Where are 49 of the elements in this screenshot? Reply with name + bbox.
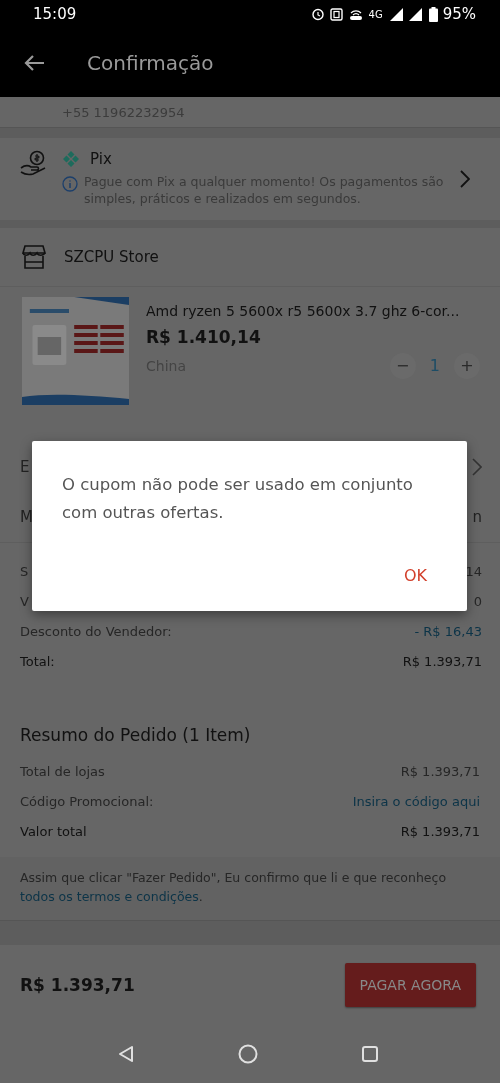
product-price: R$ 1.410,14 xyxy=(146,326,262,347)
clock-time: 15:09 xyxy=(33,5,77,23)
screen-title: Confirmação xyxy=(87,50,214,75)
line-value: 14 xyxy=(465,564,482,580)
alarm-icon xyxy=(310,7,325,21)
payment-method: Pix xyxy=(90,150,112,168)
terms-notice: Assim que clicar "Fazer Pedido", Eu confirmo que li e que reconheço todos os termos e condições. xyxy=(0,856,500,922)
battery-icon xyxy=(428,6,438,22)
line-value: 0 xyxy=(473,594,482,610)
terms-link[interactable]: todos os termos e condições xyxy=(20,888,199,904)
line-label: Total: xyxy=(20,654,55,670)
quantity-value: 1 xyxy=(429,356,440,376)
back-arrow-icon[interactable] xyxy=(23,53,45,72)
product-title[interactable]: Amd ryzen 5 5600x r5 5600x 3.7 ghz 6-cor... xyxy=(146,302,480,319)
promo-code-link[interactable]: Insira o código aqui xyxy=(352,794,480,810)
option-label: E xyxy=(20,457,30,476)
line-label: Desconto do Vendedor: xyxy=(20,624,172,640)
increase-button[interactable]: + xyxy=(454,352,480,379)
summary-title: Resumo do Pedido (1 Item) xyxy=(20,724,252,745)
line-value: R$ 1.393,71 xyxy=(402,654,482,670)
dialog-message: O cupom não pode ser usado em conjunto com outras ofertas. xyxy=(62,474,414,525)
network-type: 4G xyxy=(368,8,383,20)
store-name: SZCPU Store xyxy=(64,247,159,266)
volte-icon xyxy=(347,7,364,21)
decrease-button[interactable]: − xyxy=(389,352,416,379)
line-value: R$ 1.393,71 xyxy=(400,764,480,780)
back-icon[interactable] xyxy=(116,1045,135,1063)
pix-logo-icon xyxy=(62,150,80,168)
line-label: Valor total xyxy=(20,824,87,840)
storefront-icon xyxy=(22,243,46,270)
chevron-right-icon xyxy=(472,457,482,476)
nfc-icon xyxy=(329,7,343,21)
order-total: R$ 1.393,71 xyxy=(20,975,135,995)
info-icon xyxy=(62,176,78,192)
hand-coin-icon xyxy=(20,150,48,176)
line-label: Código Promocional: xyxy=(20,794,154,810)
pay-now-button[interactable]: PAGAR AGORA xyxy=(344,963,476,1007)
line-label: Total de lojas xyxy=(20,764,105,780)
option-label: M xyxy=(20,507,33,526)
battery-percent: 95% xyxy=(442,5,476,23)
chevron-right-icon xyxy=(460,169,470,188)
line-label: V xyxy=(20,594,29,610)
line-value: R$ 1.393,71 xyxy=(400,824,480,840)
ok-button[interactable]: OK xyxy=(387,560,443,591)
line-label: S xyxy=(20,564,29,580)
option-value: n xyxy=(472,507,482,526)
recents-icon[interactable] xyxy=(360,1045,379,1063)
line-value: - R$ 16,43 xyxy=(414,624,482,640)
home-icon[interactable] xyxy=(237,1044,258,1064)
